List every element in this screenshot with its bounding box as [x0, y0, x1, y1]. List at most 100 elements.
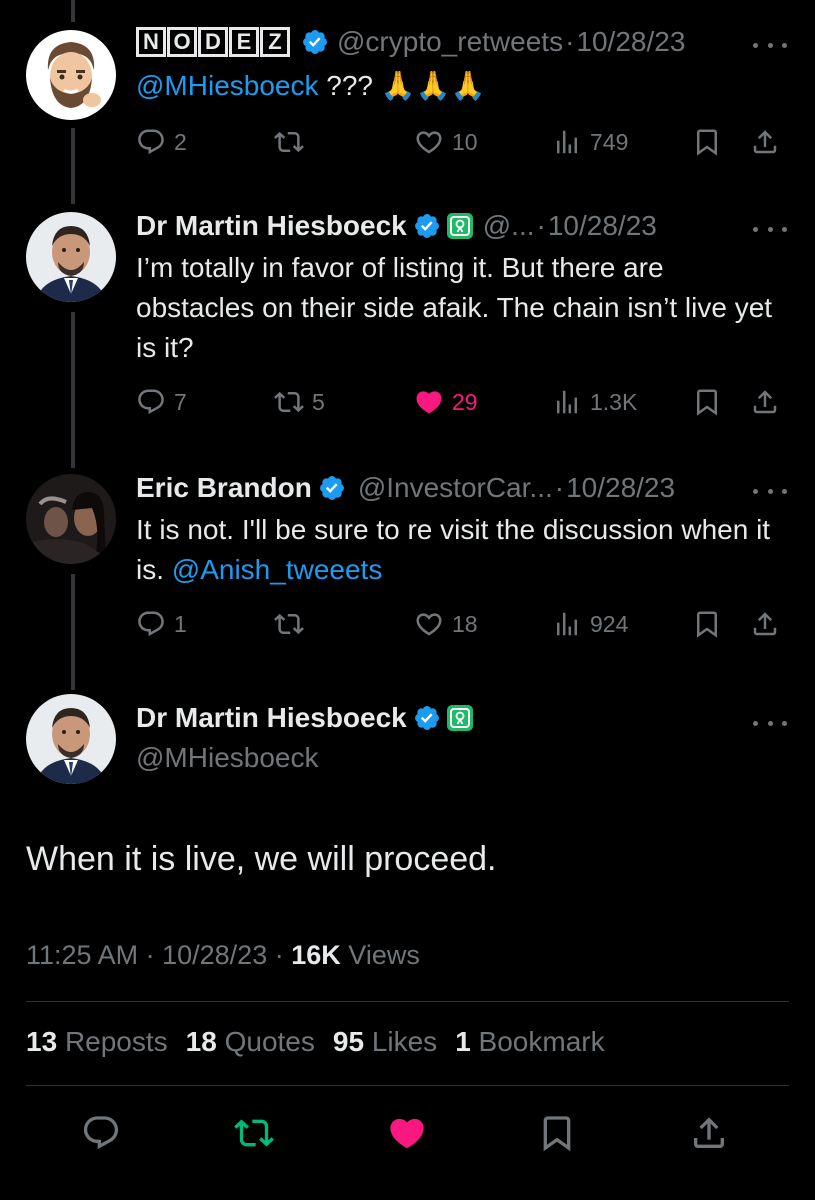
like-count: 10	[452, 128, 478, 155]
bookmark-button[interactable]	[532, 1108, 582, 1158]
verified-badge-icon[interactable]	[301, 28, 329, 56]
views-button[interactable]: 924	[552, 604, 628, 644]
share-button[interactable]	[684, 1108, 734, 1158]
reposts-label: Reposts	[64, 1026, 168, 1057]
reply-button[interactable]: 7	[136, 382, 187, 422]
like-button[interactable]: 29	[414, 382, 478, 422]
share-button[interactable]	[750, 122, 780, 162]
tweet-date[interactable]: 10/28/23	[162, 940, 267, 970]
more-icon[interactable]	[753, 222, 787, 236]
avatar-eric[interactable]	[26, 474, 116, 564]
reply-icon	[136, 127, 166, 157]
bookmark-icon	[692, 127, 722, 157]
bookmark-icon	[537, 1113, 577, 1153]
share-button[interactable]	[750, 604, 780, 644]
views-count: 1.3K	[590, 388, 638, 415]
views-count: 749	[590, 128, 629, 155]
handle[interactable]: @InvestorCar...	[358, 472, 553, 504]
heart-icon	[414, 609, 444, 639]
bookmark-button[interactable]	[692, 382, 722, 422]
repost-button[interactable]	[274, 122, 312, 162]
separator: ·	[145, 940, 155, 970]
reply-count: 2	[174, 128, 187, 155]
engagement-stats: 13 Reposts 18 Quotes 95 Likes 1 Bookmark	[26, 1026, 623, 1058]
more-icon[interactable]	[753, 484, 787, 498]
like-count: 29	[452, 388, 478, 415]
action-bar: 7 5 29 1.3K	[136, 382, 791, 422]
handle[interactable]: @crypto_retweets	[337, 26, 563, 58]
views-count[interactable]: 16K	[291, 940, 341, 970]
reply-icon	[136, 387, 166, 417]
views-button[interactable]: 749	[552, 122, 628, 162]
verified-badge-icon[interactable]	[318, 474, 346, 502]
mention-link[interactable]: @MHiesboeck	[136, 70, 318, 101]
bookmarks-count: 1	[455, 1026, 471, 1057]
likes-label: Likes	[371, 1026, 438, 1057]
main-tweet-text: When it is live, we will proceed.	[26, 840, 497, 878]
timestamp[interactable]: 10/28/23	[576, 26, 685, 58]
quotes-count: 18	[185, 1026, 217, 1057]
name-letter: E	[229, 27, 259, 57]
reposts-stat[interactable]: 13 Reposts	[26, 1026, 168, 1058]
bookmark-button[interactable]	[692, 604, 722, 644]
reply-button[interactable]: 2	[136, 122, 187, 162]
repost-button[interactable]	[274, 604, 312, 644]
verified-badge-icon[interactable]	[413, 212, 441, 240]
verified-badge-icon[interactable]	[413, 704, 441, 732]
separator: ·	[536, 210, 546, 241]
heart-icon	[414, 127, 444, 157]
divider	[26, 1001, 789, 1002]
display-name[interactable]: Eric Brandon	[136, 472, 312, 504]
display-name[interactable]: Dr Martin Hiesboeck	[136, 702, 407, 734]
reply-button[interactable]: 1	[136, 604, 187, 644]
share-icon	[750, 609, 780, 639]
repost-button[interactable]: 5	[274, 382, 325, 422]
share-button[interactable]	[750, 382, 780, 422]
name-letter: N	[136, 27, 166, 57]
repost-icon	[274, 609, 304, 639]
repost-icon	[274, 127, 304, 157]
repost-button[interactable]	[229, 1108, 279, 1158]
more-icon[interactable]	[753, 38, 787, 52]
bookmark-button[interactable]	[692, 122, 722, 162]
action-bar: 1 18 924	[136, 604, 791, 644]
avatar-nodez[interactable]	[26, 30, 116, 120]
like-button[interactable]: 10	[414, 122, 478, 162]
main-handle[interactable]: @MHiesboeck	[136, 742, 318, 774]
repost-count: 5	[312, 388, 325, 415]
reply-button[interactable]	[76, 1108, 126, 1158]
name-letter: Z	[260, 27, 290, 57]
handle[interactable]: @...	[483, 210, 535, 242]
more-icon[interactable]	[753, 716, 787, 730]
timestamp[interactable]: 10/28/23	[548, 210, 657, 242]
views-icon	[552, 387, 582, 417]
tweet-time[interactable]: 11:25 AM	[26, 940, 138, 970]
share-icon	[750, 387, 780, 417]
reply-text: @MHiesboeck ??? 🙏🙏🙏	[136, 66, 779, 106]
mention-link[interactable]: @Anish_tweeets	[172, 554, 383, 585]
display-name[interactable]: Dr Martin Hiesboeck	[136, 210, 407, 242]
bookmarks-stat[interactable]: 1 Bookmark	[455, 1026, 604, 1058]
like-button[interactable]: 18	[414, 604, 478, 644]
quotes-stat[interactable]: 18 Quotes	[186, 1026, 315, 1058]
likes-stat[interactable]: 95 Likes	[333, 1026, 437, 1058]
reply-header: Eric Brandon @InvestorCar... · 10/28/23	[136, 470, 769, 506]
avatar-martin-main[interactable]	[26, 694, 116, 784]
affiliate-badge-icon[interactable]	[447, 705, 473, 731]
affiliate-badge-icon[interactable]	[447, 213, 473, 239]
timestamp[interactable]: 10/28/23	[566, 472, 675, 504]
display-name-nodez[interactable]: N O D E Z	[136, 27, 291, 57]
bookmark-icon	[692, 609, 722, 639]
separator: ·	[554, 472, 565, 503]
views-icon	[552, 609, 582, 639]
likes-count: 95	[332, 1026, 365, 1057]
like-button[interactable]	[382, 1108, 432, 1158]
heart-filled-icon	[414, 387, 444, 417]
like-count: 18	[452, 610, 478, 637]
views-button[interactable]: 1.3K	[552, 382, 637, 422]
reply-header: Dr Martin Hiesboeck @... · 10/28/23	[136, 208, 769, 244]
avatar-martin[interactable]	[26, 212, 116, 302]
share-icon	[750, 127, 780, 157]
reply-text: I’m totally in favor of listing it. But …	[136, 252, 773, 363]
action-bar: 2 10 749	[136, 122, 791, 162]
